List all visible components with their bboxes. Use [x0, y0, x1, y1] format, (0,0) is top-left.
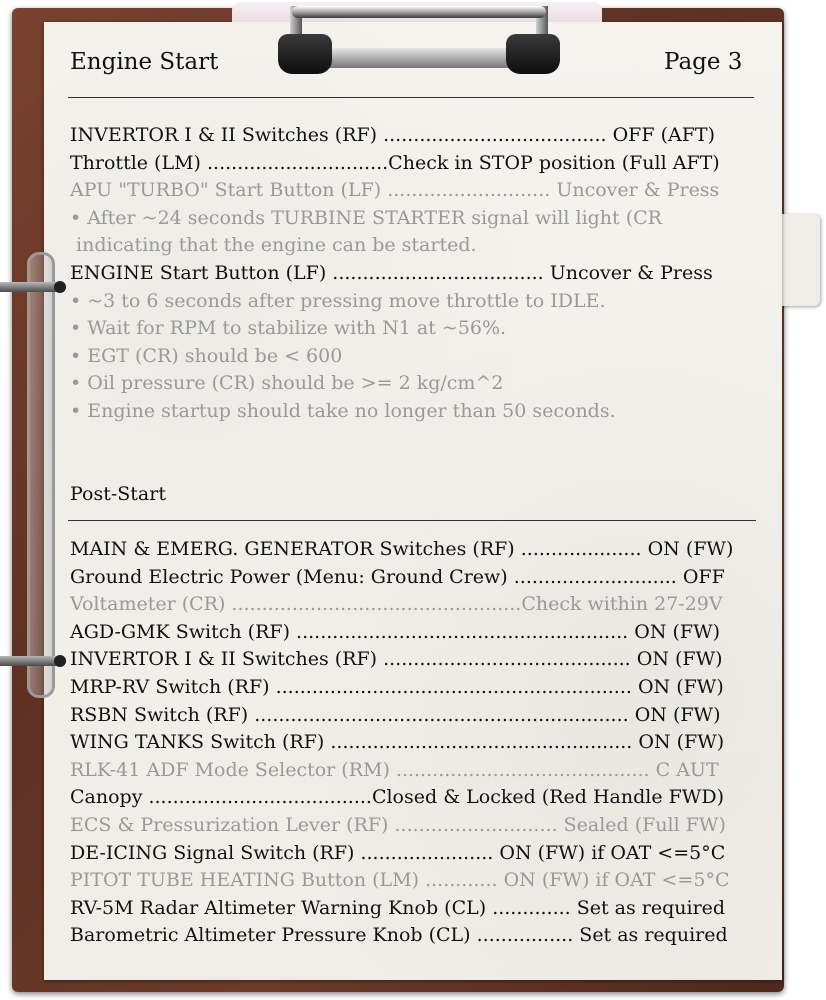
binder-rod-cap — [54, 655, 66, 667]
post-start-heading: Post-Start — [70, 483, 166, 505]
checklist-line: • ~3 to 6 seconds after pressing move th… — [70, 289, 606, 312]
page-title: Engine Start — [70, 49, 219, 75]
binder-rod-top — [0, 281, 66, 293]
binder-rod-cap — [54, 281, 66, 293]
checklist-line: • Engine startup should take no longer t… — [70, 400, 616, 422]
checklist-line: INVERTOR I & II Switches (RF) ..........… — [70, 648, 723, 671]
page-number: Page 3 — [664, 49, 743, 75]
checklist-line: PITOT TUBE HEATING Button (LM) .........… — [70, 869, 730, 892]
checklist-line: INVERTOR I & II Switches (RF) ..........… — [70, 124, 715, 146]
checklist-line: RSBN Switch (RF) .......................… — [70, 703, 721, 726]
checklist-line: • EGT (CR) should be < 600 — [70, 344, 343, 367]
clip-foot-left — [278, 34, 332, 74]
clip-foot-right — [506, 34, 560, 74]
checklist-line: MAIN & EMERG. GENERATOR Switches (RF) ..… — [70, 538, 734, 560]
checklist-line: Canopy .................................… — [70, 786, 724, 809]
binder-ring — [27, 252, 55, 698]
clip-base — [308, 48, 530, 68]
clipboard-clip — [278, 2, 560, 74]
checklist-line: MRP-RV Switch (RF) .....................… — [70, 676, 724, 698]
checklist-line: WING TANKS Switch (RF) .................… — [70, 731, 725, 754]
title-divider — [68, 97, 754, 98]
checklist-line: ENGINE Start Button (LF) ...............… — [70, 262, 713, 284]
checklist-line: Voltameter (CR) ........................… — [70, 593, 723, 616]
binder-rod-bottom — [0, 655, 66, 667]
checklist-line: RLK-41 ADF Mode Selector (RM) ..........… — [70, 758, 719, 781]
checklist-line: Barometric Altimeter Pressure Knob (CL) … — [70, 924, 728, 947]
checklist-line: • Oil pressure (CR) should be >= 2 kg/cm… — [70, 372, 504, 395]
checklist-line: APU "TURBO" Start Button (LF) ..........… — [70, 179, 720, 202]
clip-bar — [292, 6, 546, 18]
checklist-line: Throttle (LM) ..........................… — [70, 151, 720, 174]
checklist-line: • Wait for RPM to stabilize with N1 at ~… — [70, 317, 507, 340]
checklist-line: RV-5M Radar Altimeter Warning Knob (CL) … — [70, 896, 726, 919]
post-start-divider — [68, 520, 756, 521]
checklist-line: • After ~24 seconds TURBINE STARTER sign… — [70, 206, 662, 229]
checklist-line: DE-ICING Signal Switch (RF) ............… — [70, 841, 726, 864]
paper-tab — [780, 214, 820, 306]
checklist-line: Ground Electric Power (Menu: Ground Crew… — [70, 565, 725, 588]
checklist-line: ECS & Pressurization Lever (RF) ........… — [70, 814, 726, 836]
checklist-line: indicating that the engine can be starte… — [70, 234, 477, 257]
checklist-line: AGD-GMK Switch (RF) ....................… — [70, 620, 721, 643]
